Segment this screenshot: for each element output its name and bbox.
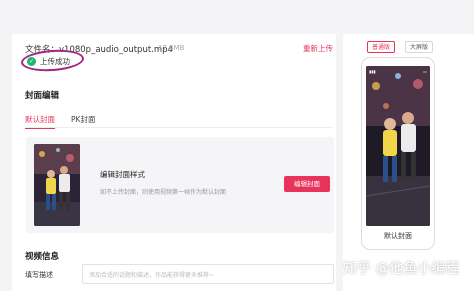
video-info-section-title: 视频信息 bbox=[25, 252, 60, 262]
description-input[interactable]: 添加合适的话题和描述，作品能获得更多推荐~ bbox=[82, 264, 334, 284]
phone-preview-image bbox=[366, 66, 430, 226]
reupload-link[interactable]: 重新上传 bbox=[303, 43, 333, 54]
file-size: 17.4MB bbox=[158, 44, 185, 52]
edit-cover-button[interactable]: 编辑封面 bbox=[284, 176, 330, 192]
cover-style-title: 编辑封面样式 bbox=[100, 170, 145, 179]
cover-section-title: 封面编辑 bbox=[25, 91, 60, 101]
phone-preview: ▮▮▮ ▭ 默认封面 bbox=[361, 57, 435, 250]
tab-divider bbox=[25, 127, 333, 128]
battery-icon: ▭ bbox=[423, 69, 427, 74]
upload-form-panel: 文件名：v1080p_audio_output.mp4 17.4MB 重新上传 … bbox=[12, 34, 336, 291]
watermark: 知乎 @他鱼小编程 bbox=[343, 261, 460, 277]
preview-mode-normal-button[interactable]: 普通版 bbox=[367, 41, 395, 53]
preview-mode-large-button[interactable]: 大屏版 bbox=[405, 41, 433, 53]
cover-editor-card: 编辑封面样式 如不上传封面，则使用视频第一帧作为默认封面 编辑封面 bbox=[26, 137, 334, 233]
cover-thumbnail[interactable] bbox=[34, 144, 80, 226]
signal-icon: ▮▮▮ bbox=[369, 69, 376, 74]
phone-cover-label: 默认封面 bbox=[384, 232, 412, 240]
phone-status-bar: ▮▮▮ ▭ bbox=[369, 69, 427, 74]
cover-style-description: 如不上传封面，则使用视频第一帧作为默认封面 bbox=[100, 189, 227, 196]
description-label: 填写描述 bbox=[25, 271, 53, 279]
cover-thumbnail-image bbox=[34, 144, 80, 226]
phone-screen: ▮▮▮ ▭ bbox=[366, 66, 430, 226]
top-strip bbox=[0, 0, 474, 34]
